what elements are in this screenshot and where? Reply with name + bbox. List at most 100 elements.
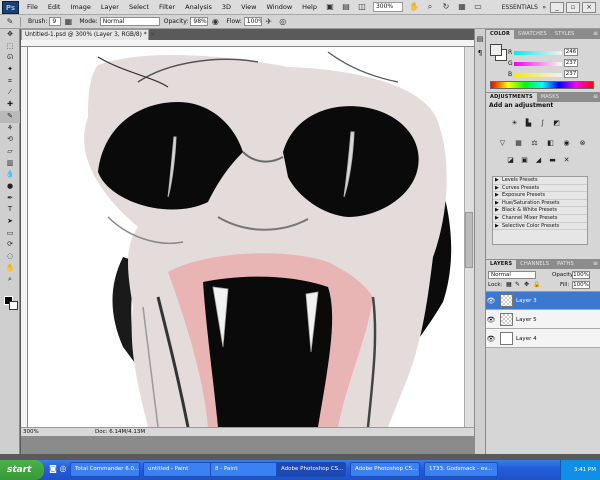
zoom-tool-icon[interactable]: ⌕ — [0, 274, 20, 286]
eraser-tool-icon[interactable]: ▱ — [0, 146, 20, 158]
taskbar-item[interactable]: 1733. Godsmack - ev... — [424, 462, 498, 477]
start-button[interactable]: start — [0, 460, 44, 480]
gradient-map-icon[interactable]: ▬ — [548, 156, 557, 165]
menu-image[interactable]: Image — [65, 0, 95, 15]
g-value-field[interactable]: 237 — [564, 59, 578, 67]
menu-select[interactable]: Select — [124, 0, 154, 15]
layer-row[interactable]: 👁 Layer 4 — [486, 330, 600, 348]
threshold-icon[interactable]: ◢ — [534, 156, 543, 165]
workspace-switcher[interactable]: ESSENTIALS — [502, 2, 538, 13]
lock-transparent-icon[interactable]: ▦ — [506, 281, 512, 288]
menu-file[interactable]: File — [22, 0, 43, 15]
brush-panel-icon[interactable]: ▦ — [63, 17, 73, 27]
mode-select[interactable]: Normal — [99, 17, 160, 26]
status-zoom-field[interactable]: 300% — [23, 428, 39, 436]
preset-exposure[interactable]: ▶ Exposure Presets — [493, 192, 587, 200]
healing-brush-tool-icon[interactable]: ✚ — [0, 99, 20, 111]
layer-row[interactable]: 👁 Layer 3 — [486, 292, 600, 310]
tab-color[interactable]: COLOR — [486, 30, 515, 39]
levels-icon[interactable]: ▙ — [524, 119, 533, 128]
menu-edit[interactable]: Edit — [43, 0, 66, 15]
eye-icon[interactable]: 👁 — [486, 316, 496, 324]
marquee-tool-icon[interactable]: ⬚ — [0, 41, 20, 53]
b-value-field[interactable]: 237 — [564, 70, 578, 78]
quick-launch-icon[interactable]: ◙ — [48, 464, 58, 474]
curves-icon[interactable]: ∫ — [538, 119, 547, 128]
preset-levels[interactable]: ▶ Levels Presets — [493, 177, 587, 185]
tab-channels[interactable]: CHANNELS — [516, 260, 553, 269]
exposure-icon[interactable]: ◩ — [552, 119, 561, 128]
clone-stamp-tool-icon[interactable]: ⚘ — [0, 123, 20, 135]
horizontal-ruler[interactable] — [21, 40, 474, 47]
r-slider[interactable] — [514, 51, 562, 55]
zoom-level-select[interactable]: 300% — [372, 2, 403, 12]
color-spectrum-bar[interactable] — [490, 81, 594, 89]
tray-clock[interactable]: 3:41 PM — [574, 467, 596, 473]
shape-tool-icon[interactable]: ▭ — [0, 228, 20, 240]
gradient-tool-icon[interactable]: ▥ — [0, 158, 20, 170]
document-tab[interactable]: Untitled-1.psd @ 300% (Layer 3, RGB/8) * — [21, 29, 149, 40]
hand-tool-icon[interactable]: ✋ — [0, 263, 20, 275]
screen-mode-icon[interactable]: ▭ — [473, 2, 483, 12]
tab-adjustments[interactable]: ADJUSTMENTS — [486, 93, 537, 102]
tab-masks[interactable]: MASKS — [537, 93, 563, 102]
paragraph-icon[interactable]: ¶ — [475, 49, 485, 57]
preset-selective-color[interactable]: ▶ Selective Color Presets — [493, 223, 587, 231]
taskbar-item[interactable]: untitled - Paint — [143, 462, 213, 477]
history-icon[interactable]: ▤ — [475, 35, 485, 43]
black-white-icon[interactable]: ◧ — [546, 139, 555, 148]
menu-layer[interactable]: Layer — [96, 0, 124, 15]
taskbar-item[interactable]: Adobe Photoshop CS... — [350, 462, 420, 477]
document-close-icon[interactable]: × — [150, 30, 158, 39]
quick-launch-icon[interactable]: ◎ — [58, 464, 68, 474]
eye-icon[interactable]: 👁 — [486, 335, 496, 343]
channel-mixer-icon[interactable]: ⊗ — [578, 139, 587, 148]
lock-all-icon[interactable]: 🔒 — [533, 281, 540, 288]
canvas[interactable] — [28, 47, 464, 427]
pressure-opacity-icon[interactable]: ◉ — [210, 17, 220, 27]
vibrance-icon[interactable]: ▽ — [498, 139, 507, 148]
3d-rotate-tool-icon[interactable]: ⟳ — [0, 239, 20, 251]
b-slider[interactable] — [514, 73, 562, 77]
type-tool-icon[interactable]: T — [0, 204, 20, 216]
blend-mode-select[interactable]: Normal — [488, 271, 536, 279]
layer-row[interactable]: 👁 Layer 5 — [486, 311, 600, 329]
taskbar-item[interactable]: Total Commander 6.0... — [70, 462, 140, 477]
r-value-field[interactable]: 246 — [564, 48, 578, 56]
preset-hue-saturation[interactable]: ▶ Hue/Saturation Presets — [493, 200, 587, 208]
panel-menu-icon[interactable]: ≡ — [593, 92, 598, 102]
fill-field[interactable]: 100% — [572, 281, 590, 289]
menu-3d[interactable]: 3D — [217, 0, 236, 15]
opacity-field[interactable]: 98% — [190, 17, 209, 26]
menu-analysis[interactable]: Analysis — [180, 0, 217, 15]
eye-icon[interactable]: 👁 — [486, 297, 496, 305]
lock-image-icon[interactable]: ✎ — [515, 281, 520, 288]
zoom-level-icon[interactable]: ◫ — [357, 2, 367, 12]
chevron-down-icon[interactable]: » — [542, 2, 546, 13]
maximize-button[interactable]: ▫ — [566, 2, 580, 13]
hue-saturation-icon[interactable]: ▦ — [514, 139, 523, 148]
dodge-tool-icon[interactable]: ● — [0, 181, 20, 193]
g-slider[interactable] — [514, 62, 562, 66]
pressure-size-icon[interactable]: ◎ — [278, 17, 288, 27]
invert-icon[interactable]: ◪ — [506, 156, 515, 165]
brush-size-field[interactable]: 9 — [49, 17, 62, 26]
hand-tool-icon[interactable]: ✋ — [409, 2, 419, 12]
quick-select-tool-icon[interactable]: ✦ — [0, 64, 20, 76]
menu-help[interactable]: Help — [297, 0, 322, 15]
menu-window[interactable]: Window — [262, 0, 298, 15]
history-brush-tool-icon[interactable]: ⟲ — [0, 134, 20, 146]
panel-menu-icon[interactable]: ≡ — [593, 259, 598, 269]
taskbar-item[interactable]: Adobe Photoshop CS... — [276, 462, 346, 477]
posterize-icon[interactable]: ▣ — [520, 156, 529, 165]
3d-orbit-tool-icon[interactable]: ◌ — [0, 251, 20, 263]
preset-curves[interactable]: ▶ Curves Presets — [493, 185, 587, 193]
tab-swatches[interactable]: SWATCHES — [514, 30, 551, 39]
brush-tool-icon[interactable]: ✎ — [0, 110, 20, 123]
mini-bridge-icon[interactable]: ▤ — [341, 2, 351, 12]
lasso-tool-icon[interactable]: ᘏ — [0, 52, 20, 64]
zoom-tool-icon[interactable]: ⌕ — [425, 2, 435, 12]
tab-paths[interactable]: PATHS — [553, 260, 578, 269]
background-color-swatch[interactable] — [9, 301, 18, 310]
preset-channel-mixer[interactable]: ▶ Channel Mixer Presets — [493, 215, 587, 223]
